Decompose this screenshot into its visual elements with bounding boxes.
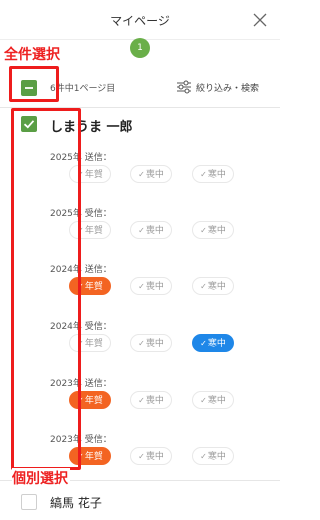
select-all-annotation: 全件選択 (4, 47, 60, 63)
check-icon: ✓ (200, 226, 207, 235)
chip-label: 喪中 (145, 396, 164, 406)
chip-label: 喪中 (145, 282, 164, 292)
chip-label: 喪中 (145, 170, 164, 180)
check-icon: ✓ (138, 339, 145, 348)
contact-checkbox[interactable] (21, 494, 37, 510)
sliders-icon (176, 79, 192, 98)
check-icon: ✓ (138, 452, 145, 461)
card-type-chip[interactable]: ✓寒中 (192, 221, 234, 239)
card-type-chip[interactable]: ✓喪中 (130, 391, 172, 409)
check-icon: ✓ (138, 226, 145, 235)
card-type-chip[interactable]: ✓喪中 (130, 277, 172, 295)
chip-label: 寒中 (207, 226, 226, 236)
page-title: マイページ (110, 14, 170, 28)
header-bar: マイページ (0, 0, 280, 40)
close-icon[interactable] (250, 10, 270, 30)
chip-label: 喪中 (145, 226, 164, 236)
check-icon: ✓ (200, 339, 207, 348)
chip-label: 寒中 (207, 396, 226, 406)
select-all-highlight (9, 66, 59, 102)
chip-label: 喪中 (145, 339, 164, 349)
chip-label: 寒中 (207, 339, 226, 349)
chip-label: 年賀 (84, 282, 103, 292)
card-type-chip[interactable]: ✓寒中 (192, 277, 234, 295)
chip-label: 寒中 (207, 452, 226, 462)
chip-label: 寒中 (207, 282, 226, 292)
individual-select-highlight (11, 108, 81, 470)
card-type-chip[interactable]: ✓寒中 (192, 447, 234, 465)
card-type-chip[interactable]: ✓喪中 (130, 334, 172, 352)
card-type-chip[interactable]: ✓喪中 (130, 447, 172, 465)
individual-select-annotation: 個別選択 (12, 468, 70, 488)
check-icon: ✓ (200, 282, 207, 291)
card-type-chip[interactable]: ✓寒中 (192, 391, 234, 409)
check-icon: ✓ (200, 170, 207, 179)
card-type-chip[interactable]: ✓喪中 (130, 165, 172, 183)
check-icon: ✓ (138, 170, 145, 179)
chip-label: 寒中 (207, 170, 226, 180)
filter-label: 絞り込み・検索 (196, 84, 260, 94)
check-icon: ✓ (138, 282, 145, 291)
chip-label: 年賀 (84, 339, 103, 349)
chip-label: 年賀 (84, 452, 103, 462)
chip-label: 年賀 (84, 396, 103, 406)
check-icon: ✓ (200, 396, 207, 405)
page-info-text: 6件中1ページ目 (50, 84, 116, 94)
check-icon: ✓ (138, 396, 145, 405)
check-icon: ✓ (200, 452, 207, 461)
chip-label: 年賀 (84, 170, 103, 180)
card-type-chip[interactable]: ✓喪中 (130, 221, 172, 239)
chip-label: 喪中 (145, 452, 164, 462)
card-type-chip[interactable]: ✓寒中 (192, 334, 234, 352)
page-number-badge: 1 (130, 38, 150, 58)
chip-label: 年賀 (84, 226, 103, 236)
contact-name[interactable]: 縞馬 花子 (50, 494, 102, 511)
card-type-chip[interactable]: ✓寒中 (192, 165, 234, 183)
